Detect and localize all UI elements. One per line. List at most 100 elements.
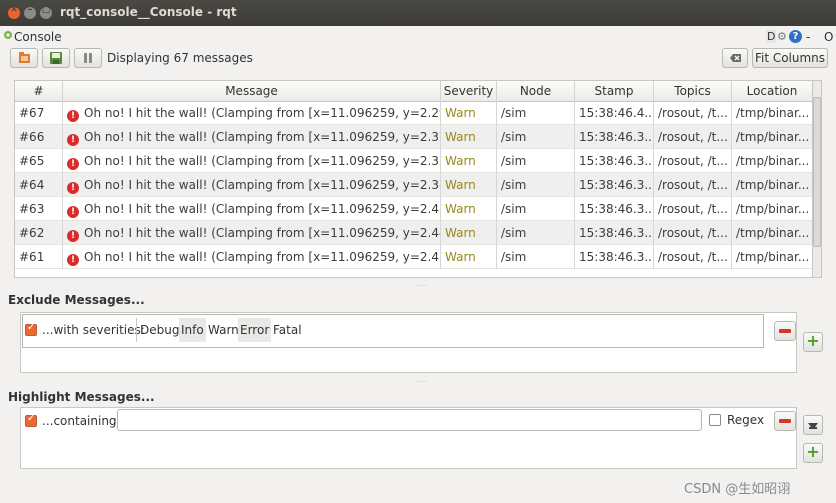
cell-number: #62 [15, 221, 63, 245]
severity-warn[interactable]: Warn [206, 318, 241, 342]
close-icon[interactable]: ✕ [8, 5, 20, 19]
column-header-message[interactable]: Message [63, 81, 441, 101]
table-row[interactable]: #62! Oh no! I hit the wall! (Clamping fro… [15, 221, 813, 245]
highlight-text-input[interactable] [117, 409, 702, 431]
cell-location-text: /tmp/binar... [736, 226, 810, 240]
highlight-containing-checkbox[interactable] [25, 413, 37, 427]
cell-topics-text: /rosout, /t... [658, 226, 728, 240]
cell-topics-text: /rosout, /t... [658, 106, 728, 120]
add-highlight-filter-button[interactable]: + [803, 442, 823, 463]
pause-button[interactable] [74, 48, 102, 68]
cell-message: ! Oh no! I hit the wall! (Clamping from [… [63, 221, 441, 245]
table-row[interactable]: #65 ! Oh no! I hit the wall! (Clamping fro… [15, 149, 813, 173]
cell-node-text: /sim [501, 106, 527, 120]
cell-number-text: #63 [19, 202, 45, 216]
exclude-severity-label: ...with severities: [42, 323, 145, 337]
cell-severity-text: Warn [445, 226, 476, 240]
cell-number: #61 [15, 245, 63, 269]
cell-number-text: #61 [19, 250, 45, 264]
messages-table[interactable]: # Message Severity Node Stamp Topics Loc… [14, 80, 814, 278]
cell-number-text: #66 [19, 130, 45, 144]
title-bar: ✕ – □ rqt_console__Console - rqt [0, 0, 836, 26]
column-header-severity[interactable]: Severity [441, 81, 497, 101]
cell-node-text: /sim [501, 130, 527, 144]
cell-severity-text: Warn [445, 130, 476, 144]
plugin-icon [4, 31, 12, 39]
minimize-plugin-button[interactable]: - [806, 30, 810, 44]
remove-exclude-filter-button[interactable] [774, 321, 796, 341]
save-button[interactable] [42, 48, 70, 68]
regex-checkbox[interactable] [709, 414, 721, 426]
splitter-handle[interactable]: ···· [415, 282, 427, 290]
table-row[interactable]: #67! Oh no! I hit the wall! (Clamping fro… [15, 101, 813, 125]
severity-debug[interactable]: Debug [138, 318, 181, 342]
clear-icon [730, 54, 741, 62]
add-icon: + [806, 331, 820, 350]
gear-icon[interactable]: ⚙ [777, 30, 787, 43]
pause-icon [84, 53, 92, 63]
cell-stamp-text: 15:38:46.3... [579, 178, 654, 192]
cell-message: ! Oh no! I hit the wall! (Clamping from [… [63, 125, 441, 149]
cell-location-text: /tmp/binar... [736, 154, 810, 168]
cell-stamp-text: 15:38:46.3... [579, 202, 654, 216]
cell-message: ! Oh no! I hit the wall! (Clamping from [… [63, 197, 441, 221]
regex-label: Regex [727, 413, 765, 427]
cell-severity-text: Warn [445, 202, 476, 216]
cell-node-text: /sim [501, 202, 527, 216]
plugin-title: Console [14, 30, 62, 44]
cell-message: ! Oh no! I hit the wall! (Clamping from [… [63, 173, 441, 197]
column-header-stamp[interactable]: Stamp [575, 81, 654, 101]
table-row[interactable]: #66 ! Oh no! I hit the wall! (Clamping fro… [15, 125, 813, 149]
cell-number: #66 [15, 125, 63, 149]
table-row[interactable]: #61! Oh no! I hit the wall! (Clamping fro… [15, 245, 813, 269]
column-header-location[interactable]: Location [732, 81, 813, 101]
severity-info[interactable]: Info [179, 318, 206, 342]
save-icon [50, 52, 62, 64]
add-exclude-filter-button[interactable]: + [803, 331, 823, 352]
cell-number-text: #65 [19, 154, 45, 168]
help-icon[interactable]: ? [789, 30, 802, 43]
column-header-number[interactable]: # [15, 81, 63, 101]
remove-highlight-filter-button[interactable] [774, 411, 796, 431]
severity-error[interactable]: Error [238, 318, 272, 342]
cell-topics: /rosout, /t... [654, 125, 732, 149]
error-icon: ! [67, 230, 79, 242]
cell-message-text: Oh no! I hit the wall! (Clamping from [x… [84, 178, 440, 192]
highlight-filter-options-button[interactable] [803, 415, 823, 435]
cell-location: /tmp/binar... [732, 173, 813, 197]
cell-message-text: Oh no! I hit the wall! (Clamping from [x… [84, 154, 440, 168]
cell-number: #63 [15, 197, 63, 221]
cell-severity: Warn [441, 101, 497, 125]
cell-severity-text: Warn [445, 178, 476, 192]
cell-message: ! Oh no! I hit the wall! (Clamping from [… [63, 101, 441, 125]
cell-stamp: 15:38:46.4... [575, 101, 654, 125]
cell-message: ! Oh no! I hit the wall! (Clamping from [… [63, 149, 441, 173]
cell-topics: /rosout, /t... [654, 197, 732, 221]
splitter-handle[interactable]: ···· [415, 378, 427, 386]
open-button[interactable] [10, 48, 38, 68]
severity-fatal[interactable]: Fatal [271, 318, 304, 342]
clear-button[interactable] [722, 48, 748, 68]
cell-number: #64 [15, 173, 63, 197]
exclude-severity-checkbox[interactable] [25, 322, 37, 336]
column-header-node[interactable]: Node [497, 81, 575, 101]
cell-location-text: /tmp/binar... [736, 106, 810, 120]
cell-location: /tmp/binar... [732, 221, 813, 245]
error-icon: ! [67, 182, 79, 194]
cell-stamp: 15:38:46.3... [575, 245, 654, 269]
highlight-section-title: Highlight Messages... [8, 390, 155, 404]
column-header-topics[interactable]: Topics [654, 81, 732, 101]
table-row[interactable]: #63 ! Oh no! I hit the wall! (Clamping fro… [15, 197, 813, 221]
cell-message-text: Oh no! I hit the wall! (Clamping from [x… [84, 130, 440, 144]
close-plugin-button[interactable]: O [824, 30, 833, 44]
maximize-icon[interactable]: □ [40, 5, 52, 19]
watermark: CSDN @生如昭诩 [684, 482, 791, 497]
table-row[interactable]: #64! Oh no! I hit the wall! (Clamping fro… [15, 173, 813, 197]
minimize-icon[interactable]: – [24, 5, 36, 19]
open-folder-icon [19, 52, 30, 63]
table-scrollbar-thumb[interactable] [813, 97, 821, 247]
cell-location-text: /tmp/binar... [736, 250, 810, 264]
dock-button[interactable]: D [766, 30, 777, 43]
table-row-partial[interactable] [15, 269, 813, 277]
fit-columns-button[interactable]: Fit Columns [752, 48, 828, 68]
